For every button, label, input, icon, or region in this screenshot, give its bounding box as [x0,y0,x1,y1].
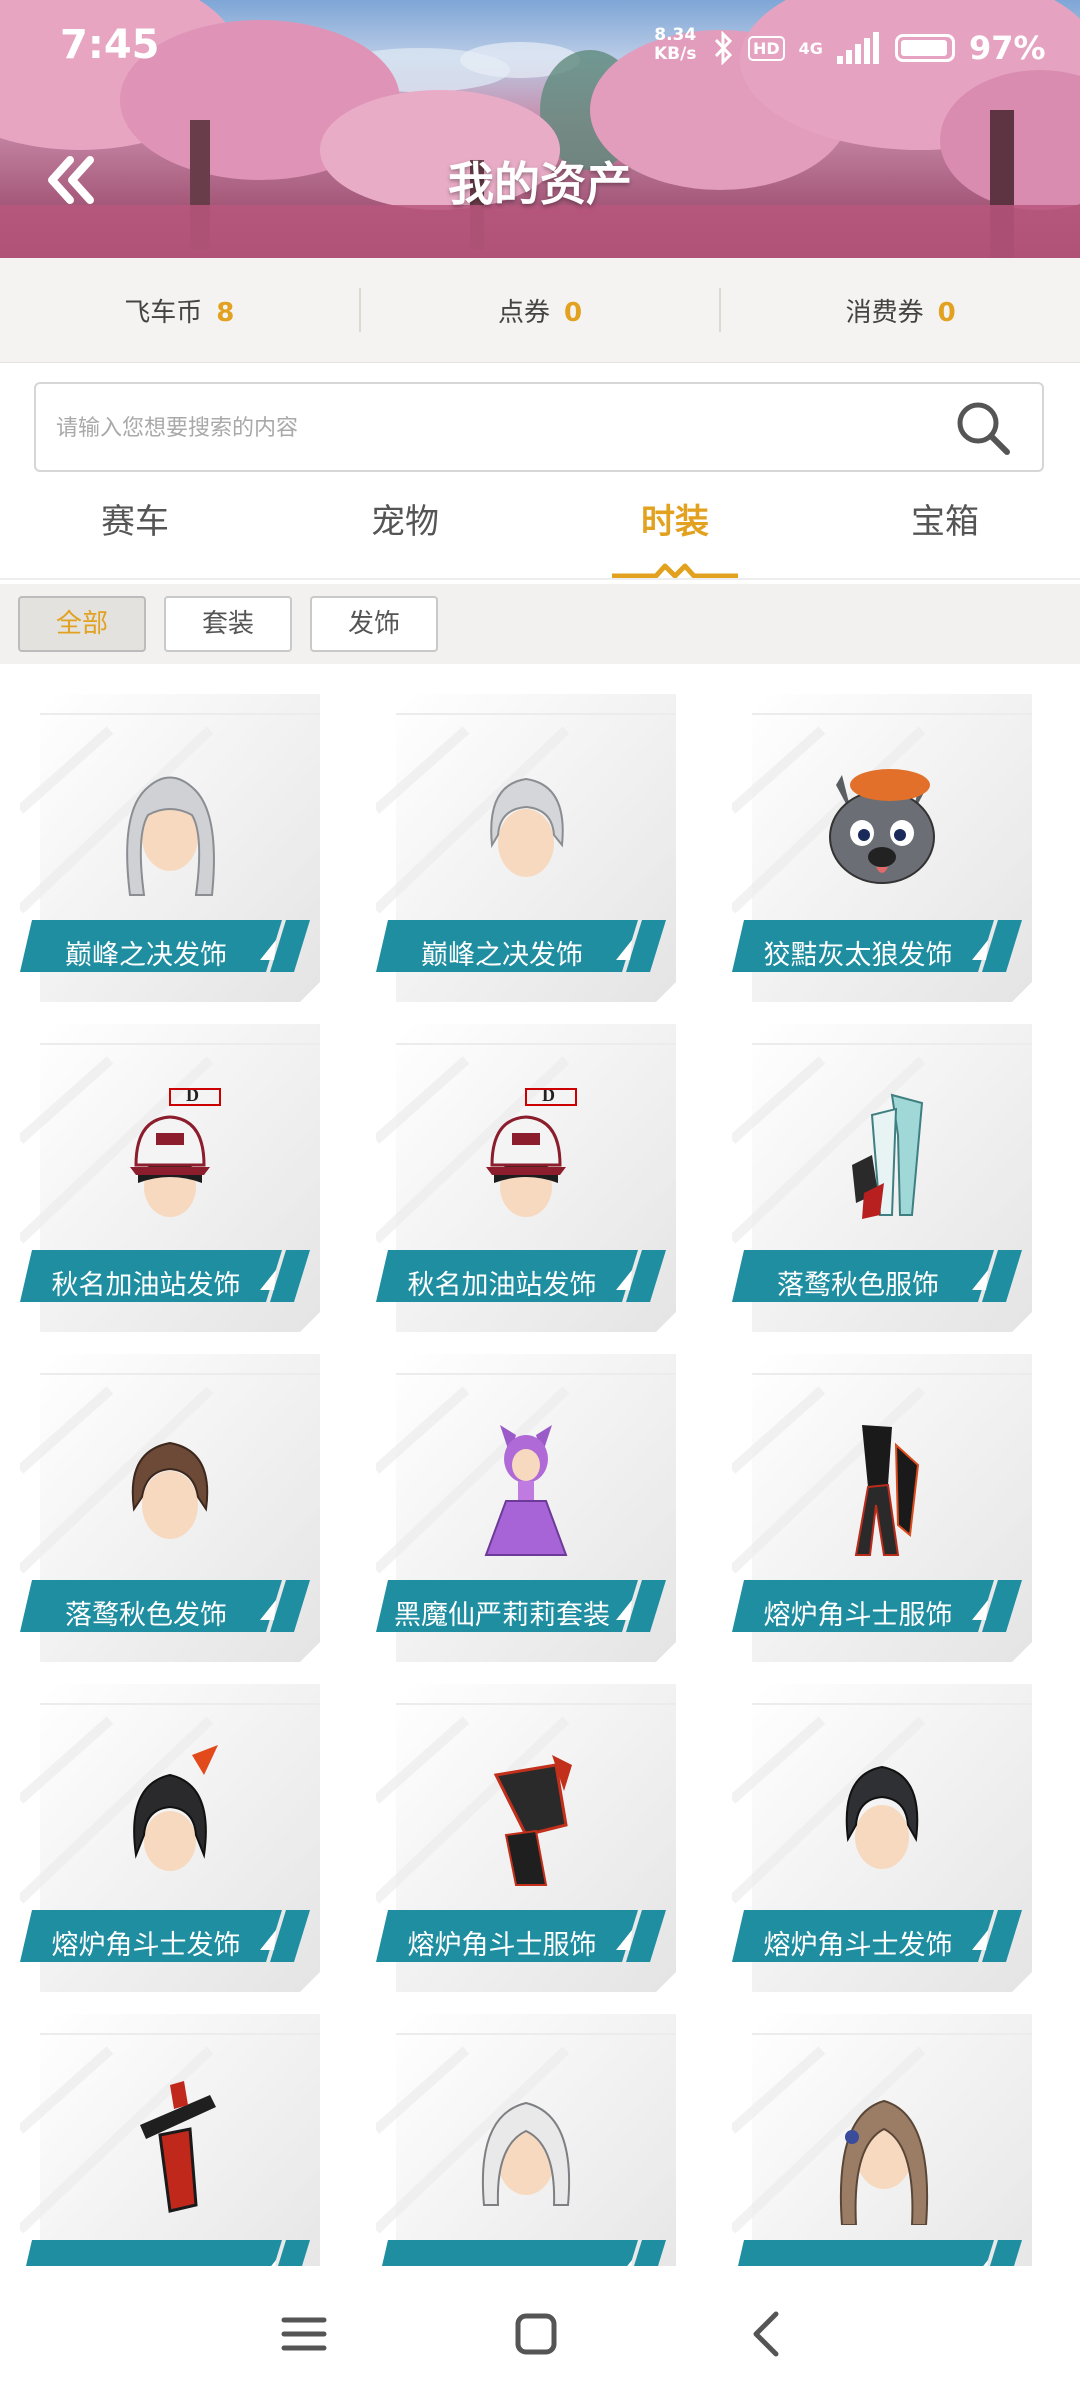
filter-bar: 全部 套装 发饰 [0,584,1080,664]
item-name: 落鹜秋色服饰 [777,1270,939,1301]
item-card[interactable]: 熔炉角斗士服饰 [376,1680,676,1992]
item-name: 黑魔仙严莉莉套装 [394,1600,610,1631]
item-label-ribbon [26,2240,310,2266]
currency-dianquan: 点券 0 [361,292,720,329]
item-thumbnail [126,776,215,896]
signal-icon [836,32,879,64]
item-thumbnail [493,1755,572,1886]
item-name: 落鹜秋色发饰 [65,1600,227,1631]
item-card[interactable]: 熔炉角斗士服饰 [732,1350,1032,1662]
item-name: 巅峰之决发饰 [421,940,583,971]
item-name: 熔炉角斗士发饰 [763,1930,953,1961]
currency-label: 飞车币 [124,297,203,328]
filter-suit[interactable]: 套装 [164,596,292,652]
filter-all[interactable]: 全部 [18,596,146,652]
currency-feichebi: 飞车币 8 [0,292,359,329]
item-name: 狡黠灰太狼发饰 [763,940,953,971]
tab-treasure-box[interactable]: 宝箱 [810,480,1080,580]
divider [0,578,1080,580]
item-card[interactable]: 落鹜秋色服饰 [732,1020,1032,1332]
item-card[interactable]: 巅峰之决发饰 [20,690,320,1002]
tab-label: 时装 [641,502,709,542]
item-card[interactable]: 狡黠灰太狼发饰 [732,690,1032,1002]
item-label-ribbon [382,2240,666,2266]
currency-value: 0 [937,297,956,328]
item-name: 熔炉角斗士服饰 [407,1930,597,1961]
item-name: 秋名加油站发饰 [407,1270,597,1301]
bluetooth-icon [714,31,733,65]
item-card[interactable]: D 秋名加油站发饰 [376,1020,676,1332]
item-card[interactable]: 黑魔仙严莉莉套装 [376,1350,676,1662]
item-thumbnail [140,2081,216,2213]
search-icon[interactable] [954,399,1012,457]
item-thumbnail [845,1765,919,1869]
item-card[interactable] [376,2010,676,2266]
hd-badge: HD [748,35,785,61]
item-thumbnail [484,1425,568,1556]
battery-icon [894,34,955,62]
status-time: 7:45 [60,22,160,68]
item-card[interactable]: 巅峰之决发饰 [376,690,676,1002]
item-thumbnail [839,2099,929,2225]
item-thumbnail [829,769,935,884]
item-thumbnail [852,1093,924,1219]
item-name: 巅峰之决发饰 [65,940,227,971]
item-thumbnail [490,777,564,877]
net-speed-unit: KB/s [654,44,697,64]
item-thumbnail: D [130,1085,221,1217]
currency-value: 8 [216,297,235,328]
item-label-ribbon [738,2240,1022,2266]
network-type: 4G [798,38,823,58]
net-speed-value: 8.34 [654,25,697,45]
currency-xiaofeiquan: 消费券 0 [721,292,1080,329]
currency-value: 0 [563,297,583,328]
status-icons: HD 4G 97% [712,26,1046,70]
item-card[interactable]: D 秋名加油站发饰 [20,1020,320,1332]
item-name: 熔炉角斗士服饰 [763,1600,953,1631]
currency-bar: 飞车币 8 点券 0 消费券 0 [0,258,1080,363]
header-banner: 7:45 8.34 KB/s HD 4G 97% 我的资产 [0,0,1080,258]
item-card[interactable] [732,2010,1032,2266]
tab-fashion[interactable]: 时装 [540,480,810,580]
item-name: 熔炉角斗士发饰 [51,1930,241,1961]
tab-label: 赛车 [101,502,169,542]
category-tabs: 赛车 宠物 时装 宝箱 [0,480,1080,580]
item-card[interactable]: 熔炉角斗士发饰 [732,1680,1032,1992]
menu-icon[interactable] [272,2302,336,2366]
item-name: 秋名加油站发饰 [51,1270,241,1301]
tab-cars[interactable]: 赛车 [0,480,270,580]
item-thumbnail [854,1425,920,1556]
tab-label: 宠物 [371,502,439,542]
net-speed: 8.34 KB/s [654,26,696,64]
back-chevron-icon[interactable] [736,2302,800,2366]
item-thumbnail [481,2101,571,2206]
currency-label: 消费券 [845,297,924,328]
home-square-icon[interactable] [504,2302,568,2366]
system-nav-bar [0,2266,1080,2400]
item-card[interactable]: 熔炉角斗士发饰 [20,1680,320,1992]
filter-hair[interactable]: 发饰 [310,596,438,652]
battery-fill [900,40,948,56]
battery-percent: 97% [968,29,1046,67]
item-thumbnail [131,1441,209,1539]
search-input[interactable] [54,384,938,472]
item-thumbnail [133,1745,218,1871]
item-card[interactable] [20,2010,320,2266]
currency-label: 点券 [497,297,550,328]
tab-pets[interactable]: 宠物 [270,480,540,580]
status-bar: 7:45 8.34 KB/s HD 4G 97% [0,0,1080,90]
search-box [34,382,1044,472]
item-thumbnail: D [486,1085,577,1217]
page-title: 我的资产 [448,157,632,211]
item-card[interactable]: 落鹜秋色发饰 [20,1350,320,1662]
tab-label: 宝箱 [911,502,979,542]
item-grid: 巅峰之决发饰 巅峰之决发饰 狡黠灰太狼发饰 D 秋名加油站发饰 D 秋名加油站发饰 落鹜秋色服… [0,690,1080,2266]
